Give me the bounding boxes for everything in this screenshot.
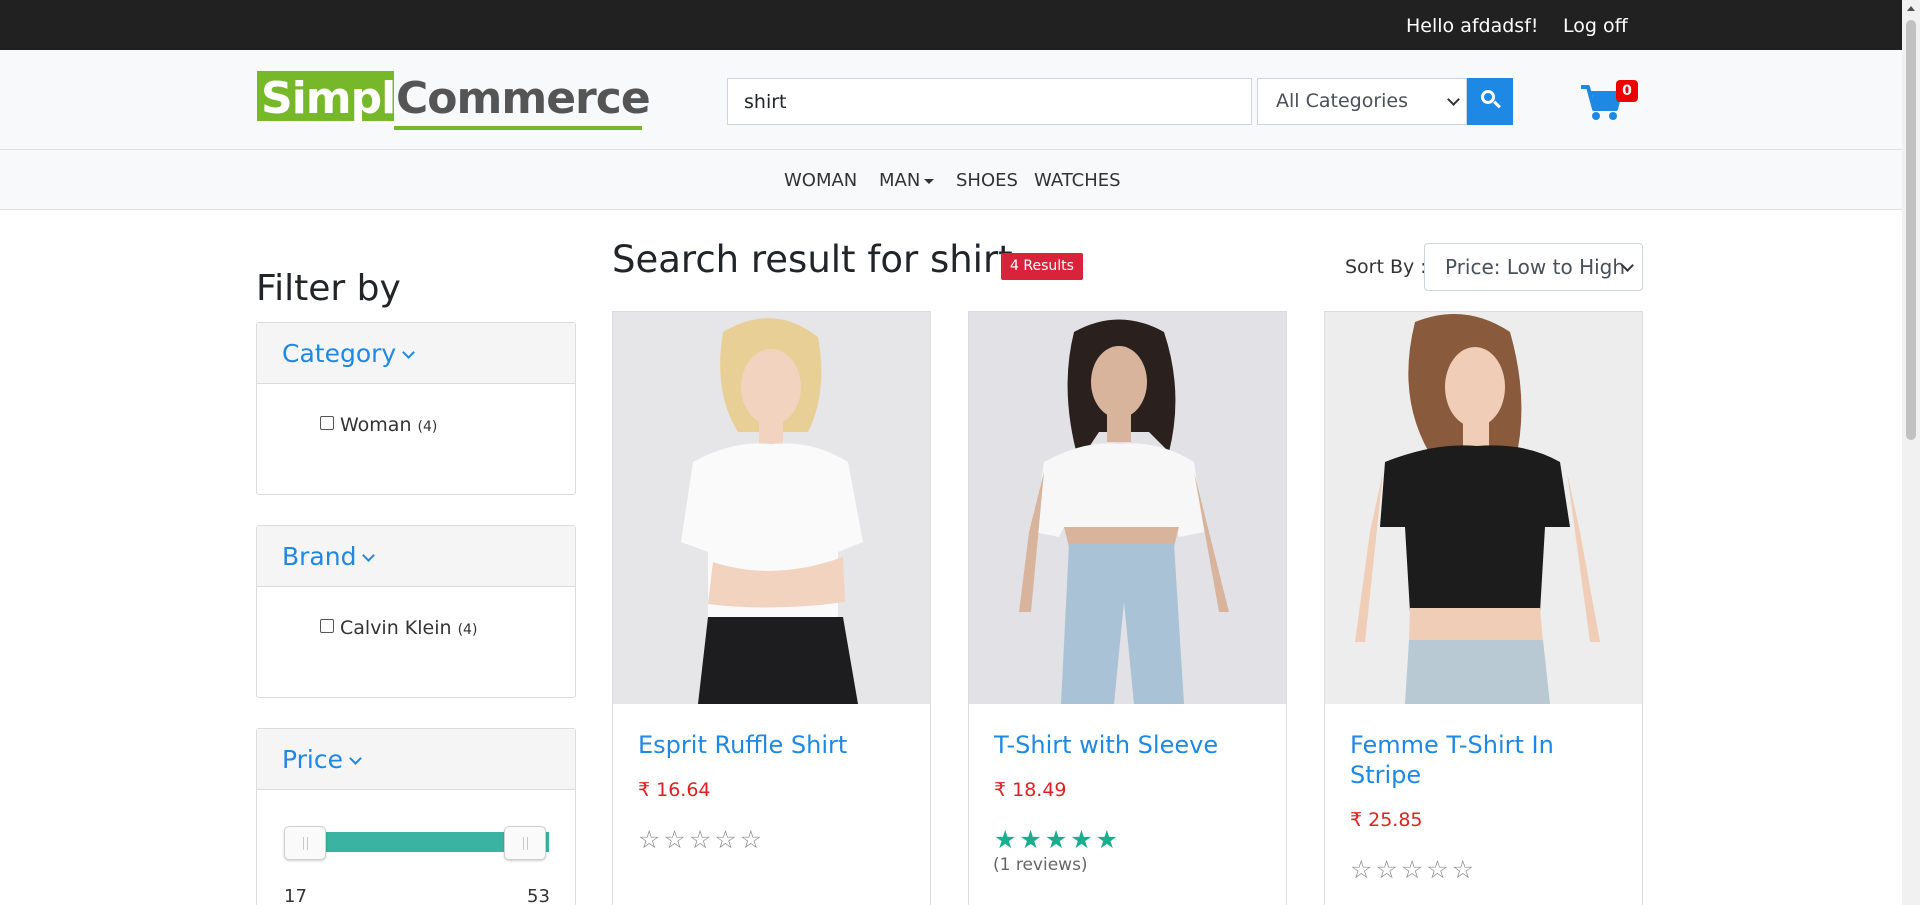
price-filter-heading: Price	[282, 745, 343, 774]
scroll-up-arrow-icon[interactable]	[1907, 6, 1915, 11]
scrollbar-thumb[interactable]	[1906, 20, 1916, 440]
product-photo-woman-white-tshirt-jeans	[969, 312, 1286, 704]
results-count-badge: 4 Results	[1001, 253, 1083, 280]
product-image[interactable]	[969, 312, 1286, 704]
brand-option-calvin-klein[interactable]: Calvin Klein (4)	[320, 617, 477, 639]
nav-item-man[interactable]: MAN	[879, 170, 935, 191]
product-photo-woman-black-crop-top	[1325, 312, 1642, 704]
rating-stars: ☆☆☆☆☆	[1350, 855, 1478, 884]
user-greeting-link[interactable]: Hello afdadsf!	[1406, 15, 1539, 37]
brand-option-count: (4)	[457, 622, 478, 638]
product-price: ₹ 16.64	[638, 779, 711, 801]
price-slider-min-handle[interactable]	[284, 826, 326, 860]
category-filter-panel: Category Woman (4)	[256, 322, 576, 495]
search-icon-handle	[1493, 100, 1501, 109]
logo-commerce-text: Commerce	[396, 73, 651, 124]
price-min-value: 17	[284, 886, 307, 905]
nav-item-man-label: MAN	[879, 170, 921, 191]
sort-label: Sort By :	[1345, 256, 1427, 278]
category-filter-toggle[interactable]: Category	[257, 323, 575, 384]
rating-stars: ☆☆☆☆☆	[638, 825, 766, 854]
category-option-woman[interactable]: Woman (4)	[320, 414, 437, 436]
product-photo-woman-white-tshirt	[613, 312, 930, 704]
product-card[interactable]: Femme T-Shirt In Stripe ₹ 25.85 ☆☆☆☆☆	[1324, 311, 1643, 905]
sort-select-value: Price: Low to High	[1445, 255, 1626, 279]
chevron-down-icon	[1447, 93, 1460, 106]
product-price: ₹ 18.49	[994, 779, 1067, 801]
search-results-title: Search result for shirt	[612, 238, 1013, 281]
product-image[interactable]	[1325, 312, 1642, 704]
price-slider-max-handle[interactable]	[504, 826, 546, 860]
price-filter-panel: Price 17 53	[256, 728, 576, 905]
price-max-value: 53	[527, 886, 550, 905]
category-filter-heading: Category	[282, 339, 397, 368]
logo-simpl-block: Simpl	[257, 71, 396, 124]
category-select-value: All Categories	[1276, 90, 1409, 112]
product-card[interactable]: T-Shirt with Sleeve ₹ 18.49 ★★★★★ (1 rev…	[968, 311, 1287, 905]
product-price: ₹ 25.85	[1350, 809, 1423, 831]
rating-stars: ★★★★★	[994, 825, 1122, 854]
product-name[interactable]: Femme T-Shirt In Stripe	[1350, 730, 1620, 790]
product-name[interactable]: Esprit Ruffle Shirt	[638, 730, 908, 760]
chevron-down-icon	[362, 549, 376, 562]
site-logo[interactable]: Simpl Commerce	[257, 70, 651, 130]
brand-filter-heading: Brand	[282, 542, 357, 571]
product-card[interactable]: Esprit Ruffle Shirt ₹ 16.64 ☆☆☆☆☆	[612, 311, 931, 905]
product-image[interactable]	[613, 312, 930, 704]
checkbox[interactable]	[320, 415, 334, 430]
caret-down-icon	[924, 178, 935, 184]
search-button[interactable]	[1467, 78, 1513, 125]
review-count[interactable]: (1 reviews)	[993, 855, 1088, 875]
sort-select[interactable]: Price: Low to High	[1424, 243, 1643, 291]
brand-filter-panel: Brand Calvin Klein (4)	[256, 525, 576, 698]
nav-item-watches[interactable]: WATCHES	[1034, 170, 1121, 191]
nav-item-woman[interactable]: WOMAN	[784, 170, 857, 191]
chevron-down-icon	[402, 346, 416, 359]
top-bar: Hello afdadsf! Log off	[0, 0, 1920, 50]
brand-option-label: Calvin Klein	[340, 617, 452, 639]
logoff-link[interactable]: Log off	[1563, 15, 1628, 37]
chevron-down-icon	[349, 752, 362, 765]
product-name[interactable]: T-Shirt with Sleeve	[994, 730, 1264, 760]
page-scrollbar[interactable]	[1902, 0, 1920, 905]
category-option-label: Woman	[340, 414, 412, 436]
brand-filter-toggle[interactable]: Brand	[257, 526, 575, 587]
filter-title: Filter by	[256, 268, 401, 309]
checkbox[interactable]	[320, 618, 334, 633]
site-header: Simpl Commerce All Categories 0	[0, 50, 1920, 149]
category-nav: WOMAN MAN SHOES WATCHES	[0, 149, 1920, 210]
cart-button[interactable]: 0	[1580, 80, 1638, 125]
search-input[interactable]	[727, 78, 1252, 125]
logo-underline	[394, 126, 642, 130]
nav-item-shoes[interactable]: SHOES	[956, 170, 1018, 191]
category-select[interactable]: All Categories	[1257, 78, 1467, 125]
cart-count-badge: 0	[1616, 80, 1638, 102]
price-filter-toggle[interactable]: Price	[257, 729, 575, 790]
category-option-count: (4)	[417, 419, 438, 435]
logo-simpl-text: Simpl	[261, 73, 396, 124]
